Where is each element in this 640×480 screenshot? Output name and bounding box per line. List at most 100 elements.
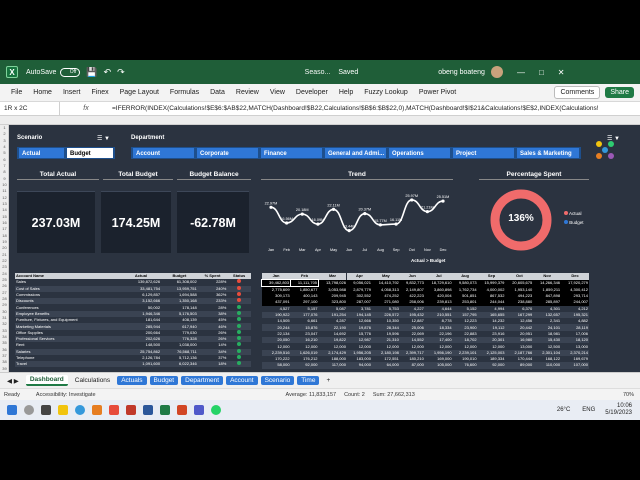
table-row[interactable]: 58,000 92,000 117,000 94,000 64,000 87,000 105… <box>261 362 589 369</box>
weather-text[interactable]: 26°C <box>557 407 570 413</box>
row-number[interactable]: 7 <box>0 163 9 168</box>
row-number[interactable]: 5 <box>0 150 9 155</box>
row-number[interactable]: 37 <box>0 353 9 358</box>
file-name[interactable]: Seaso... <box>305 69 331 76</box>
tab-account[interactable]: Account <box>226 376 258 385</box>
file-explorer-icon[interactable] <box>58 405 68 415</box>
row-number[interactable]: 38 <box>0 359 9 364</box>
row-number[interactable]: 3 <box>0 138 9 143</box>
whatsapp-icon[interactable] <box>211 405 221 415</box>
row-number[interactable]: 9 <box>0 176 9 181</box>
month-cell[interactable]: 110,000 <box>533 362 562 369</box>
month-cell[interactable]: 17,920,279 <box>561 279 589 287</box>
name-box[interactable]: 1R x 2C <box>0 102 60 115</box>
month-cell[interactable]: 18,729,610 <box>424 279 453 287</box>
row-number[interactable]: 12 <box>0 195 9 200</box>
dept-project-button[interactable]: Project <box>452 147 515 159</box>
month-cell[interactable]: 76,600 <box>452 362 478 369</box>
tab-actuals[interactable]: Actuals <box>117 376 147 385</box>
status-zoom[interactable]: 70% <box>623 392 634 398</box>
tab-dashboard[interactable]: Dashboard <box>25 375 68 386</box>
month-cell[interactable]: 107,000 <box>561 362 589 369</box>
dept-account-button[interactable]: Account <box>132 147 195 159</box>
menu-help[interactable]: Help <box>339 89 353 96</box>
close-icon[interactable]: ✕ <box>558 68 565 77</box>
redo-icon[interactable]: ↷ <box>117 67 125 78</box>
scenario-budget-button[interactable]: Budget <box>66 147 114 159</box>
month-cell[interactable]: 14,410,792 <box>371 279 400 287</box>
dept-sales-marketing-button[interactable]: Sales & Marketing <box>516 147 580 159</box>
dept-corporate-button[interactable]: Corporate <box>196 147 259 159</box>
row-number[interactable]: 6 <box>0 157 9 162</box>
slicer-filter-icon[interactable]: ☰ ▼ <box>97 135 110 142</box>
tab-nav-icon[interactable]: ◀ ▶ <box>3 376 23 386</box>
month-cell[interactable]: 92,000 <box>477 362 506 369</box>
teams-icon[interactable] <box>194 405 204 415</box>
pdf-icon[interactable] <box>126 405 136 415</box>
row-number[interactable]: 14 <box>0 207 9 212</box>
row-number[interactable]: 35 <box>0 340 9 345</box>
menu-developer[interactable]: Developer <box>296 89 328 96</box>
table-row[interactable]: 39,462,803 11,111,705 13,798,026 9,056,021 1… <box>260 279 589 287</box>
powerpoint-icon[interactable] <box>177 405 187 415</box>
vlc-icon[interactable] <box>92 405 102 415</box>
fx-icon[interactable]: fx <box>60 105 112 112</box>
month-cell[interactable]: 15,999,379 <box>477 279 506 287</box>
row-number[interactable]: 11 <box>0 188 9 193</box>
tab-time[interactable]: Time <box>297 376 320 385</box>
menu-file[interactable]: File <box>11 89 22 96</box>
dept-general-admin-button[interactable]: General and Admi... <box>324 147 387 159</box>
row-number[interactable]: 19 <box>0 239 9 244</box>
month-cell[interactable]: 14,266,346 <box>533 279 562 287</box>
status-accessibility[interactable]: Accessibility: Investigate <box>36 392 96 398</box>
row-number[interactable]: 31 <box>0 315 9 320</box>
excel-icon[interactable] <box>160 405 170 415</box>
add-sheet-icon[interactable]: + <box>322 376 334 385</box>
maximize-icon[interactable]: □ <box>539 68 544 77</box>
row-number[interactable]: 21 <box>0 252 9 257</box>
row-number[interactable]: 30 <box>0 309 9 314</box>
menu-finex[interactable]: Finex <box>91 89 108 96</box>
month-cell[interactable]: 94,000 <box>346 362 372 369</box>
row-number[interactable]: 23 <box>0 264 9 269</box>
menu-page-layout[interactable]: Page Layout <box>120 89 159 96</box>
month-cell[interactable]: 13,798,026 <box>318 279 347 287</box>
dashboard-sheet[interactable]: Scenario Department ☰ ▼ ☰ ▼ Actual Budge… <box>9 125 640 372</box>
row-number[interactable]: 24 <box>0 271 9 276</box>
table-cell[interactable]: Travel <box>15 361 121 368</box>
row-number[interactable]: 20 <box>0 245 9 250</box>
month-cell[interactable]: 64,000 <box>371 362 400 369</box>
row-number[interactable]: 36 <box>0 347 9 352</box>
avatar[interactable] <box>490 66 503 78</box>
month-cell[interactable]: 39,462,803 <box>260 279 292 287</box>
row-number[interactable]: 34 <box>0 334 9 339</box>
table-cell[interactable]: 18% <box>197 361 228 368</box>
menu-formulas[interactable]: Formulas <box>170 89 199 96</box>
windows-start-icon[interactable] <box>7 405 17 415</box>
tab-budget[interactable]: Budget <box>149 376 179 385</box>
formula-input[interactable]: =IFERROR(INDEX(Calculations!$E$6:$AB$22,… <box>112 105 640 112</box>
tab-calculations[interactable]: Calculations <box>71 376 114 385</box>
tab-department[interactable]: Department <box>181 376 224 385</box>
row-number[interactable]: 1 <box>0 125 9 130</box>
save-icon[interactable]: 💾 <box>86 67 97 78</box>
row-number[interactable]: 4 <box>0 144 9 149</box>
menu-data[interactable]: Data <box>210 89 225 96</box>
menu-power-pivot[interactable]: Power Pivot <box>419 89 456 96</box>
minimize-icon[interactable]: — <box>517 68 525 77</box>
row-number[interactable]: 2 <box>0 131 9 136</box>
month-cell[interactable]: 9,832,773 <box>399 279 425 287</box>
row-number[interactable]: 27 <box>0 290 9 295</box>
row-number[interactable]: 28 <box>0 296 9 301</box>
row-number[interactable]: 32 <box>0 321 9 326</box>
word-icon[interactable] <box>143 405 153 415</box>
month-cell[interactable]: 105,000 <box>424 362 453 369</box>
dept-operations-button[interactable]: Operations <box>388 147 451 159</box>
language-text[interactable]: ENG <box>582 407 595 413</box>
menu-review[interactable]: Review <box>236 89 259 96</box>
month-cell[interactable]: 89,000 <box>505 362 534 369</box>
clock[interactable]: 10:06 5/19/2023 <box>605 403 632 417</box>
menu-home[interactable]: Home <box>33 89 52 96</box>
comments-button[interactable]: Comments <box>554 86 601 99</box>
table-cell[interactable]: 6,022,346 <box>161 361 198 368</box>
